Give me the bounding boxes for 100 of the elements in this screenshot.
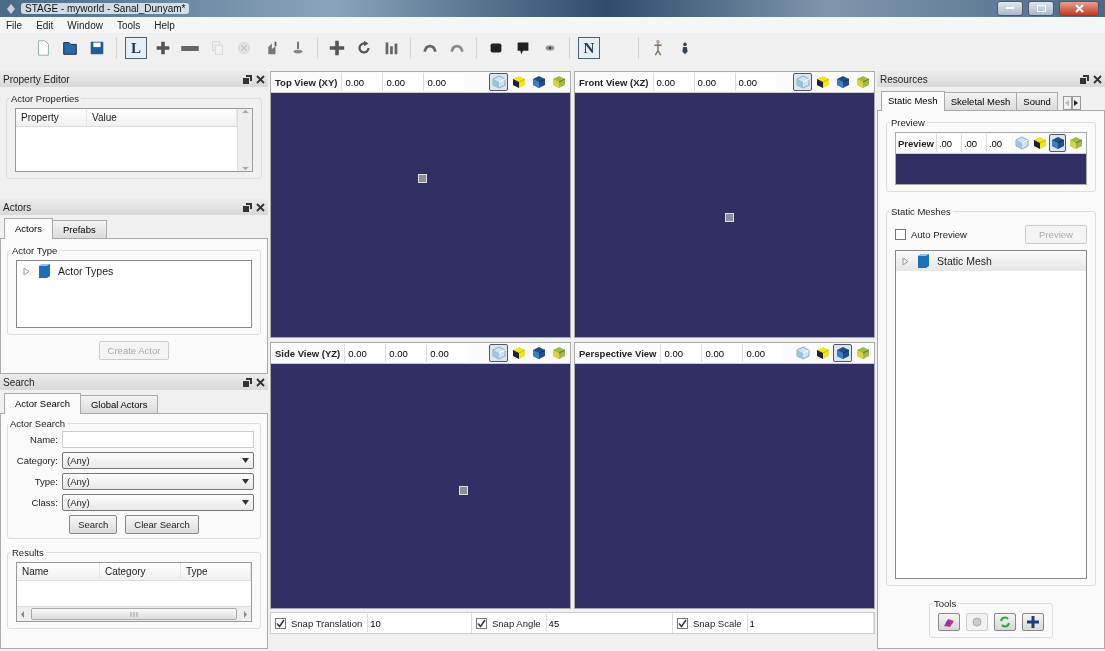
tree-item[interactable]: Actor Types bbox=[17, 261, 251, 281]
toolbar-toggle[interactable]: L bbox=[125, 37, 147, 59]
render-mode-button[interactable] bbox=[1049, 134, 1066, 152]
dropdown[interactable]: (Any) bbox=[62, 452, 254, 469]
minimize-button[interactable] bbox=[997, 1, 1023, 16]
object-marker[interactable] bbox=[417, 173, 427, 183]
tab[interactable]: Static Mesh bbox=[881, 91, 945, 111]
object-marker[interactable] bbox=[459, 486, 469, 495]
coordinate-field[interactable]: 0.00 bbox=[701, 344, 743, 362]
field-label: Name: bbox=[29, 434, 58, 445]
column-header[interactable]: Property bbox=[16, 109, 87, 126]
scroll-left-icon[interactable] bbox=[20, 610, 25, 618]
viewport[interactable]: Top View (XY) 0.00 0.00 0.00 bbox=[270, 71, 571, 338]
dock-title: Actors bbox=[3, 201, 33, 213]
viewport[interactable]: Front View (XZ) 0.00 0.00 0.00 bbox=[574, 71, 875, 338]
object-marker[interactable] bbox=[724, 212, 734, 222]
expand-icon[interactable] bbox=[23, 267, 30, 275]
coordinate-field[interactable]: 0.00 bbox=[742, 344, 784, 362]
menu-item[interactable]: Tools bbox=[116, 19, 141, 31]
float-icon[interactable] bbox=[1080, 74, 1089, 84]
render-mode-button[interactable] bbox=[489, 73, 508, 91]
maximize-button[interactable] bbox=[1028, 1, 1054, 16]
dock-title: Resources bbox=[880, 73, 929, 85]
tab-scroll-right-button[interactable] bbox=[1071, 96, 1081, 110]
textured-cube-icon bbox=[551, 75, 566, 89]
maximize-icon bbox=[1036, 5, 1046, 12]
viewport[interactable]: Side View (YZ) 0.00 0.00 0.00 bbox=[270, 342, 571, 609]
plus-icon bbox=[1027, 616, 1039, 628]
shaded-cube-icon bbox=[531, 346, 546, 360]
coordinate-field[interactable]: .00 bbox=[935, 134, 961, 152]
tool-button[interactable] bbox=[938, 613, 960, 631]
tab[interactable]: Actors bbox=[4, 218, 53, 239]
coordinate-field[interactable]: 0.00 bbox=[423, 73, 465, 91]
tree-item[interactable]: Static Mesh bbox=[896, 251, 1086, 271]
group-title: Actor Type bbox=[11, 245, 59, 256]
float-icon[interactable] bbox=[243, 377, 252, 387]
check-icon bbox=[477, 618, 486, 628]
dropdown[interactable]: (Any) bbox=[62, 473, 254, 490]
dropdown-arrow-icon[interactable] bbox=[242, 458, 249, 463]
solid-cube-icon bbox=[511, 346, 526, 360]
coordinate-field[interactable]: 0.00 bbox=[341, 73, 383, 91]
close-button[interactable] bbox=[1059, 1, 1099, 16]
column-header[interactable]: Name bbox=[17, 563, 100, 580]
plus-icon bbox=[154, 39, 172, 57]
float-icon[interactable] bbox=[243, 74, 252, 84]
clear-search-button[interactable]: Clear Search bbox=[125, 515, 199, 534]
checkbox[interactable] bbox=[275, 617, 286, 629]
render-mode-button[interactable] bbox=[489, 344, 508, 362]
checkbox[interactable] bbox=[677, 617, 688, 629]
render-mode-button[interactable] bbox=[1031, 134, 1048, 152]
folder-icon bbox=[61, 39, 79, 57]
close-icon[interactable] bbox=[256, 74, 265, 84]
tab[interactable]: Skeletal Mesh bbox=[943, 92, 1018, 110]
coordinate-field[interactable]: 0.00 bbox=[693, 73, 735, 91]
coordinate-field[interactable]: 0.00 bbox=[385, 344, 427, 362]
textured-cube-icon bbox=[551, 346, 566, 360]
preview-viewport[interactable]: Preview .00 .00 .00 bbox=[895, 132, 1087, 185]
dropdown-arrow-icon[interactable] bbox=[242, 479, 249, 484]
coordinate-field[interactable]: 0.00 bbox=[734, 73, 776, 91]
dock-title: Property Editor bbox=[3, 73, 71, 85]
render-mode-button[interactable] bbox=[793, 73, 812, 91]
dropdown[interactable]: (Any) bbox=[62, 494, 254, 511]
checkbox[interactable] bbox=[895, 229, 906, 240]
tool-button[interactable] bbox=[1022, 613, 1044, 631]
group-title: Preview bbox=[890, 117, 926, 128]
coordinate-field[interactable]: 0.00 bbox=[652, 73, 694, 91]
column-header[interactable]: Type bbox=[181, 563, 251, 580]
tab[interactable]: Prefabs bbox=[51, 220, 107, 238]
coordinate-field[interactable]: .00 bbox=[985, 134, 1011, 152]
tab[interactable]: Global Actors bbox=[79, 395, 159, 413]
menu-item[interactable]: Window bbox=[67, 19, 103, 31]
coordinate-field[interactable]: 0.00 bbox=[382, 73, 424, 91]
search-button[interactable]: Search bbox=[69, 515, 118, 534]
coordinate-field[interactable]: 0.00 bbox=[344, 344, 386, 362]
checkbox[interactable] bbox=[476, 617, 487, 629]
viewport[interactable]: Perspective View 0.00 0.00 0.00 bbox=[574, 342, 875, 609]
close-icon[interactable] bbox=[256, 202, 265, 212]
menu-item[interactable]: Help bbox=[154, 19, 175, 31]
tab[interactable]: Sound bbox=[1016, 92, 1058, 110]
menu-item[interactable]: Edit bbox=[36, 19, 54, 31]
float-icon[interactable] bbox=[243, 202, 252, 212]
toolbar-toggle[interactable]: N bbox=[578, 37, 600, 59]
solid-cube-icon bbox=[815, 75, 830, 89]
render-mode-button[interactable] bbox=[833, 344, 852, 362]
textured-cube-icon bbox=[1068, 136, 1083, 150]
dropdown-arrow-icon[interactable] bbox=[242, 500, 249, 505]
coordinate-field[interactable]: .00 bbox=[960, 134, 986, 152]
tab[interactable]: Actor Search bbox=[4, 393, 81, 414]
check-icon bbox=[276, 618, 285, 628]
scrollbar[interactable] bbox=[17, 606, 251, 621]
minus-icon bbox=[181, 45, 199, 51]
scroll-right-icon[interactable] bbox=[243, 610, 248, 618]
close-icon[interactable] bbox=[256, 377, 265, 387]
column-header[interactable]: Category bbox=[100, 563, 181, 580]
grip-icon[interactable] bbox=[130, 611, 138, 617]
name-field[interactable] bbox=[62, 431, 254, 448]
coordinate-field[interactable]: 0.00 bbox=[660, 344, 702, 362]
menu-item[interactable]: File bbox=[6, 19, 23, 31]
close-icon[interactable] bbox=[1093, 74, 1102, 84]
coordinate-field[interactable]: 0.00 bbox=[426, 344, 468, 362]
